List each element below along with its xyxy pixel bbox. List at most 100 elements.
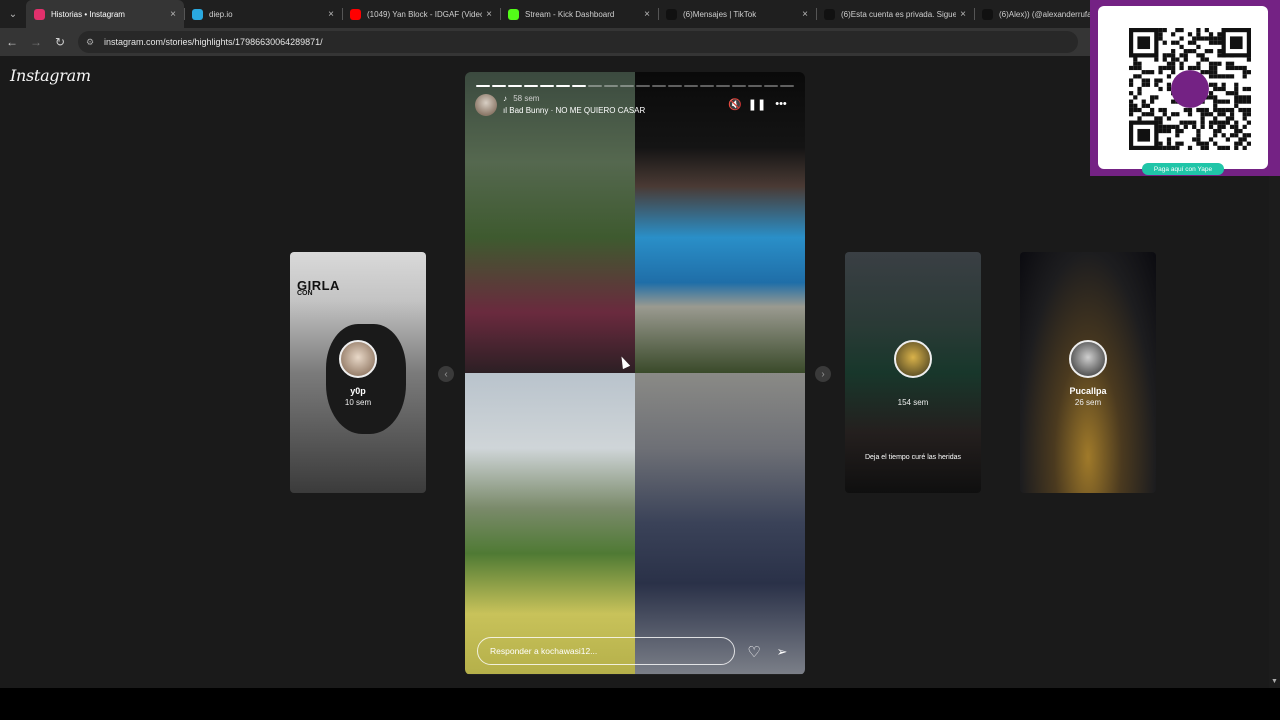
browser-tab[interactable]: (6)Esta cuenta es privada. Sigue × (816, 0, 974, 28)
qr-module (1133, 103, 1138, 108)
qr-module (1234, 95, 1239, 100)
qr-module (1217, 32, 1222, 37)
reload-icon[interactable]: ↻ (48, 30, 72, 54)
qr-module (1162, 145, 1167, 150)
progress-segment (668, 85, 682, 87)
qr-module (1179, 128, 1184, 134)
audio-bars-icon: ıl (503, 106, 507, 115)
qr-module (1158, 28, 1163, 33)
qr-module (1187, 49, 1193, 54)
qr-module (1204, 112, 1209, 117)
browser-tab[interactable]: (6)Mensajes | TikTok × (658, 0, 816, 28)
close-tab-icon[interactable]: × (644, 9, 650, 20)
qr-module (1234, 141, 1239, 146)
qr-module (1213, 120, 1218, 125)
story-preview-left[interactable]: GIRLA CON y0p 10 sem (290, 252, 426, 493)
qr-module (1246, 112, 1251, 117)
avatar (894, 340, 932, 378)
story-preview-far-right[interactable]: Pucallpa 26 sem (1020, 252, 1156, 493)
qr-module (1208, 91, 1214, 96)
qr-module (1166, 53, 1172, 58)
qr-module (1129, 107, 1134, 113)
qr-module (1225, 74, 1230, 79)
qr-module (1246, 141, 1251, 146)
qr-module (1162, 28, 1167, 33)
close-tab-icon[interactable]: × (328, 9, 334, 20)
url-bar[interactable]: ⚙ instagram.com/stories/highlights/17986… (78, 31, 1078, 53)
qr-module (1175, 57, 1180, 62)
qr-module (1166, 141, 1172, 146)
avatar[interactable] (475, 94, 497, 116)
qr-module (1229, 91, 1235, 96)
qr-module (1208, 124, 1214, 129)
qr-module (1196, 61, 1201, 66)
site-info-icon[interactable]: ⚙ (86, 37, 96, 47)
story-song[interactable]: ıl Bad Bunny · NO ME QUIERO CASAR (503, 106, 645, 115)
close-tab-icon[interactable]: × (486, 9, 492, 20)
mute-icon[interactable]: 🔇 (727, 96, 743, 112)
qr-module (1179, 141, 1184, 146)
story-photo (635, 373, 805, 674)
address-toolbar: ← → ↻ ⚙ instagram.com/stories/highlights… (0, 28, 1280, 56)
tab-title: (6)Mensajes | TikTok (683, 9, 757, 19)
qr-module (1242, 65, 1247, 71)
tab-title: Stream - Kick Dashboard (525, 9, 615, 19)
qr-module (1213, 116, 1218, 121)
qr-module (1229, 61, 1235, 66)
instagram-logo[interactable]: Instagram (10, 66, 91, 85)
close-tab-icon[interactable]: × (802, 9, 808, 20)
qr-module (1213, 128, 1218, 134)
qr-module (1162, 124, 1167, 129)
qr-module (1238, 141, 1243, 146)
qr-module (1196, 107, 1201, 113)
qr-module (1166, 128, 1172, 134)
qr-module (1141, 82, 1146, 87)
story-progress-bar (476, 85, 794, 87)
progress-segment (636, 85, 650, 87)
qr-module (1171, 70, 1176, 75)
qr-module (1217, 128, 1222, 134)
qr-module (1217, 49, 1222, 54)
pause-icon[interactable]: ❚❚ (748, 96, 766, 112)
qr-module (1238, 95, 1243, 100)
close-tab-icon[interactable]: × (960, 9, 966, 20)
next-story-button[interactable]: › (815, 366, 831, 382)
qr-module (1133, 107, 1138, 113)
story-time: 154 sem (897, 398, 929, 407)
close-tab-icon[interactable]: × (170, 9, 176, 20)
qr-module (1217, 61, 1222, 66)
browser-tab[interactable]: Stream - Kick Dashboard × (500, 0, 658, 28)
browser-tab[interactable]: Historias • Instagram × (26, 0, 184, 28)
qr-module (1200, 120, 1205, 125)
qr-module (1242, 116, 1247, 121)
progress-segment (588, 85, 602, 87)
tab-search-icon[interactable]: ⌄ (0, 0, 26, 28)
story-viewer[interactable]: ♪ 58 sem ıl Bad Bunny · NO ME QUIERO CAS… (465, 72, 805, 675)
qr-module (1204, 57, 1209, 62)
forward-icon[interactable]: → (24, 30, 48, 54)
qr-module (1204, 49, 1209, 54)
send-icon[interactable]: ➢ (773, 643, 791, 661)
browser-tab[interactable]: diep.io × (184, 0, 342, 28)
qr-module (1137, 107, 1142, 113)
qr-module (1171, 145, 1176, 150)
qr-module (1171, 124, 1176, 129)
qr-module (1234, 133, 1239, 138)
qr-module (1154, 78, 1159, 83)
qr-module (1179, 120, 1184, 125)
reply-placeholder: Responder a kochawasi12... (490, 646, 598, 656)
tab-title: (6)Esta cuenta es privada. Sigue (841, 9, 957, 19)
qr-module (1196, 133, 1201, 138)
qr-module (1238, 137, 1243, 142)
scroll-down-icon[interactable]: ▼ (1269, 678, 1280, 688)
back-icon[interactable]: ← (0, 30, 24, 54)
heart-icon[interactable]: ♡ (745, 643, 763, 661)
previous-story-button[interactable]: ‹ (438, 366, 454, 382)
progress-segment (684, 85, 698, 87)
story-preview-right[interactable]: 154 sem Deja el tiempo curé las heridas (845, 252, 981, 493)
more-options-icon[interactable]: ••• (773, 96, 789, 112)
yape-pay-button[interactable]: Paga aquí con Yape (1142, 163, 1224, 175)
qr-module (1183, 107, 1188, 113)
browser-tab[interactable]: (1049) Yan Block - IDGAF (Video × (342, 0, 500, 28)
reply-input[interactable]: Responder a kochawasi12... (477, 637, 735, 665)
